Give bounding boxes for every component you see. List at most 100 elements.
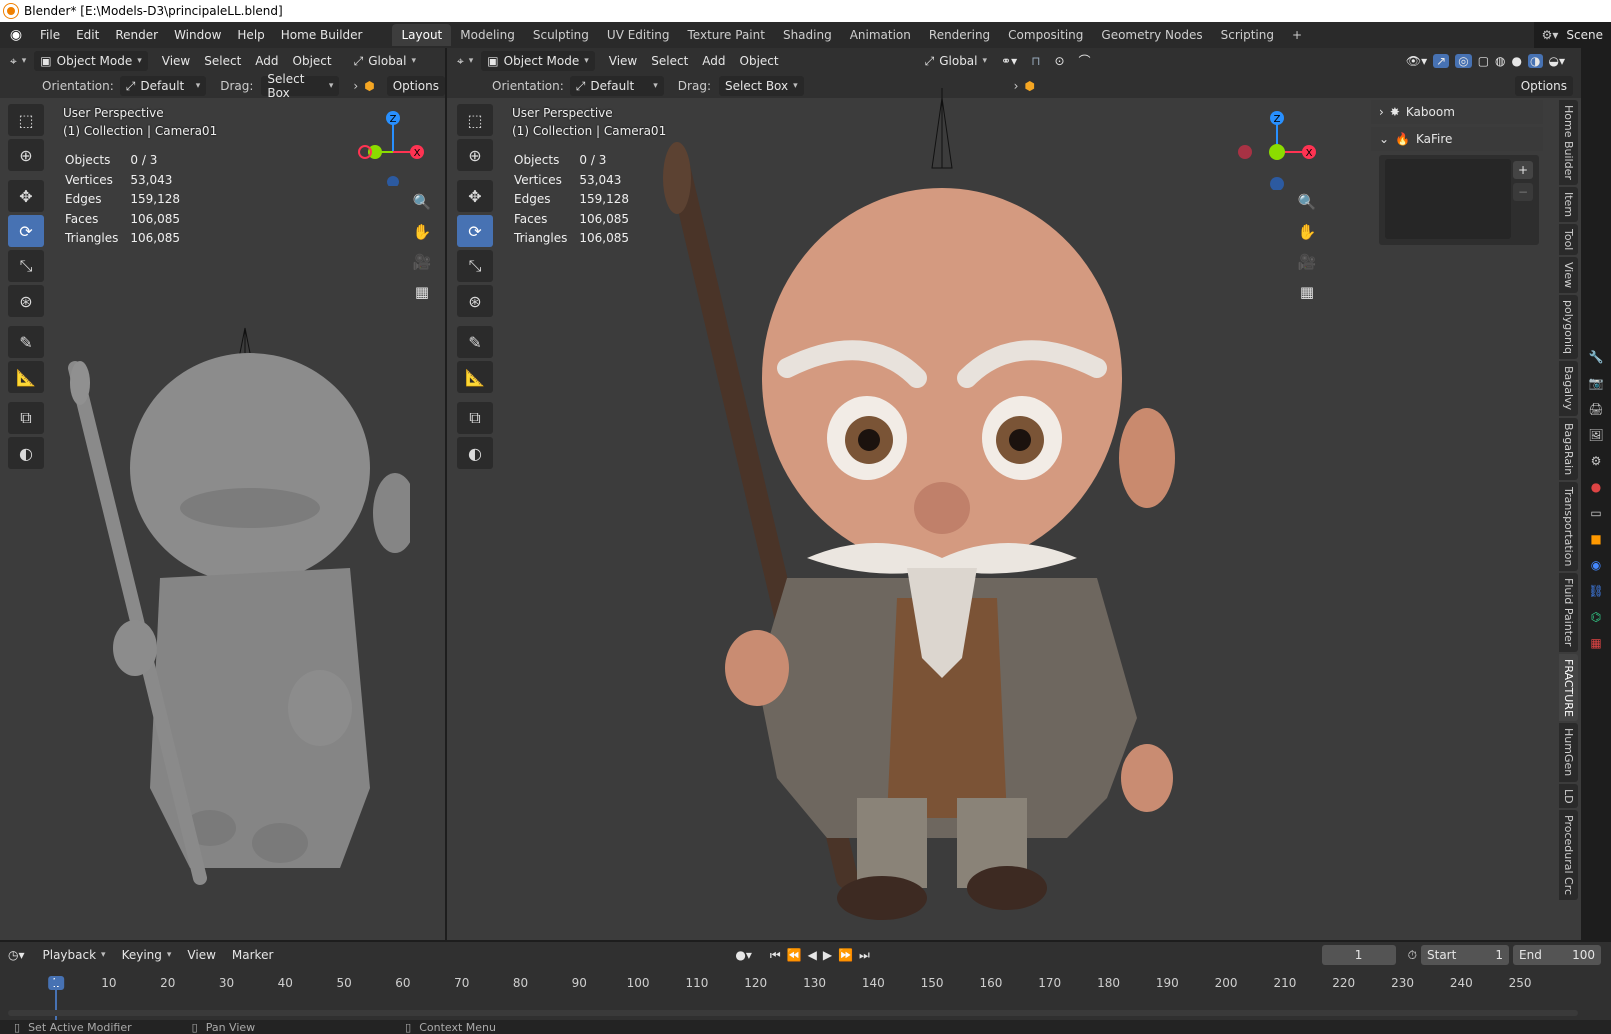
annotate-tool-icon[interactable]: ✎ — [8, 326, 44, 358]
blender-menu-icon[interactable]: ◉ — [8, 27, 24, 43]
scale-tool-icon[interactable]: ⤡ — [8, 250, 44, 282]
collection-properties-icon[interactable]: ▭ — [1587, 504, 1605, 522]
tab-uv-editing[interactable]: UV Editing — [598, 24, 679, 46]
sidebar-tab-tool[interactable]: Tool — [1559, 223, 1578, 256]
chevron-right-icon[interactable]: › — [353, 79, 358, 93]
timeline-ruler[interactable]: 1102030405060708090100110120130140150160… — [0, 972, 1611, 994]
orientation-dropdown[interactable]: ⤢ Default ▾ — [119, 76, 207, 96]
sidebar-tab-view[interactable]: View — [1559, 257, 1578, 294]
menu-help[interactable]: Help — [229, 22, 272, 48]
tab-shading[interactable]: Shading — [774, 24, 841, 46]
tab-scripting[interactable]: Scripting — [1212, 24, 1283, 46]
current-frame-field[interactable]: 1 — [1321, 945, 1396, 965]
tab-compositing[interactable]: Compositing — [999, 24, 1092, 46]
start-frame-field[interactable]: Start 1 — [1421, 945, 1509, 965]
scene-properties-icon[interactable]: ⚙ — [1587, 452, 1605, 470]
gizmo-toggle-icon[interactable]: ↗ — [1433, 54, 1450, 68]
tab-layout[interactable]: Layout — [392, 24, 452, 46]
addon-cube-icon[interactable]: ⬢ — [364, 79, 374, 93]
tab-modeling[interactable]: Modeling — [451, 24, 524, 46]
options-button[interactable]: Options — [386, 76, 445, 96]
menu-view[interactable]: View — [156, 51, 196, 71]
menu-add[interactable]: Add — [249, 51, 284, 71]
timeline-scrollbar[interactable] — [8, 1010, 1578, 1016]
timeline-editor-icon[interactable]: ◷▾ — [8, 948, 25, 962]
cursor-tool-icon[interactable]: ⊕ — [8, 139, 44, 171]
navigation-gizmo[interactable]: Z X — [355, 106, 435, 186]
end-frame-field[interactable]: End 100 — [1513, 945, 1601, 965]
menu-edit[interactable]: Edit — [68, 22, 107, 48]
menu-object[interactable]: Object — [287, 51, 338, 71]
scale-tool-icon[interactable]: ⤡ — [457, 250, 493, 282]
mode-dropdown[interactable]: ▣ Object Mode ▾ — [481, 51, 595, 71]
material-shading-icon[interactable]: ◑ — [1528, 54, 1543, 68]
menu-window[interactable]: Window — [166, 22, 229, 48]
zoom-icon[interactable]: 🔍 — [410, 190, 434, 214]
cursor-tool-icon[interactable]: ⊕ — [457, 139, 493, 171]
navigation-gizmo[interactable]: Z X — [1227, 106, 1317, 190]
transform-orientation-dropdown[interactable]: ⤢ Global ▾ — [348, 51, 422, 71]
pan-hand-icon[interactable]: ✋ — [1295, 220, 1319, 244]
sidebar-tab-fracture[interactable]: FRACTURE — [1559, 653, 1578, 722]
measure-tool-icon[interactable]: 📐 — [457, 361, 493, 393]
physics-properties-icon[interactable]: ◉ — [1587, 556, 1605, 574]
menu-render[interactable]: Render — [107, 22, 166, 48]
world-properties-icon[interactable]: ● — [1587, 478, 1605, 496]
remove-item-button[interactable]: − — [1513, 183, 1533, 201]
annotate-tool-icon[interactable]: ✎ — [457, 326, 493, 358]
overlay-toggle-icon[interactable]: ◎ — [1455, 54, 1472, 68]
tab-animation[interactable]: Animation — [841, 24, 920, 46]
constraints-icon[interactable]: ⛓ — [1587, 582, 1605, 600]
add-item-button[interactable]: + — [1513, 161, 1533, 179]
shading-tool-icon[interactable]: ◐ — [8, 437, 44, 469]
add-cube-tool-icon[interactable]: ⧉ — [8, 402, 44, 434]
drag-dropdown[interactable]: Select Box ▾ — [261, 72, 340, 100]
menu-object[interactable]: Object — [734, 51, 785, 71]
kafire-list-box[interactable] — [1385, 159, 1511, 239]
xray-icon[interactable]: ▢ — [1478, 54, 1489, 68]
camera-view-icon[interactable]: 🎥 — [1295, 250, 1319, 274]
playback-controls[interactable]: ⏮⏪◀▶⏩⏭ — [770, 948, 876, 963]
transform-orientation-dropdown[interactable]: ⤢ Global ▾ — [919, 51, 993, 71]
menu-add[interactable]: Add — [696, 51, 731, 71]
stopwatch-icon[interactable]: ⏱ — [1408, 948, 1417, 963]
texture-properties-icon[interactable]: ▦ — [1587, 634, 1605, 652]
panel-kaboom[interactable]: › ✸ Kaboom — [1371, 100, 1543, 124]
left-viewport[interactable]: ⌖ ▾ ▣ Object Mode ▾ View Select Add Object … — [0, 48, 445, 940]
menu-home-builder[interactable]: Home Builder — [273, 22, 371, 48]
sidebar-tab-polygoniq[interactable]: polygoniq — [1559, 295, 1578, 360]
pivot-icon[interactable]: ⚭▾ — [995, 51, 1023, 71]
mode-dropdown[interactable]: ▣ Object Mode ▾ — [34, 51, 148, 71]
tab-texture-paint[interactable]: Texture Paint — [679, 24, 774, 46]
timeline-editor[interactable]: ◷▾ Playback ▾ Keying ▾ View Marker ●▾ ⏮⏪◀▶… — [0, 940, 1611, 1020]
keying-menu[interactable]: Keying ▾ — [116, 945, 178, 965]
scene-selector[interactable]: ⚙▾ Scene — [1533, 22, 1611, 48]
select-box-tool-icon[interactable]: ⬚ — [457, 104, 493, 136]
menu-view[interactable]: View — [603, 51, 643, 71]
rendered-shading-icon[interactable]: ◒▾ — [1549, 54, 1566, 68]
playback-menu[interactable]: Playback ▾ — [37, 945, 112, 965]
grid-perspective-icon[interactable]: ▦ — [410, 280, 434, 304]
sidebar-tab-item[interactable]: Item — [1559, 186, 1578, 222]
data-properties-icon[interactable]: ⌬ — [1587, 608, 1605, 626]
sidebar-tab-bagalvy[interactable]: Bagalvy — [1559, 361, 1578, 416]
tab-geometry-nodes[interactable]: Geometry Nodes — [1092, 24, 1211, 46]
sidebar-tab-transportation[interactable]: Transportation — [1559, 481, 1578, 572]
zoom-icon[interactable]: 🔍 — [1295, 190, 1319, 214]
sidebar-tab-home-builder[interactable]: Home Builder — [1559, 100, 1578, 185]
pan-hand-icon[interactable]: ✋ — [410, 220, 434, 244]
tab-sculpting[interactable]: Sculpting — [524, 24, 598, 46]
options-button[interactable]: Options — [1514, 76, 1573, 96]
shading-tool-icon[interactable]: ◐ — [457, 437, 493, 469]
add-cube-tool-icon[interactable]: ⧉ — [457, 402, 493, 434]
object-properties-icon[interactable]: ■ — [1587, 530, 1605, 548]
editor-type-dropdown[interactable]: ⌖ ▾ — [451, 51, 479, 71]
wireframe-shading-icon[interactable]: ◍ — [1495, 54, 1505, 68]
tool-properties-icon[interactable]: 🔧 — [1587, 348, 1605, 366]
proportional-edit-icon[interactable]: ⊙ — [1048, 51, 1070, 71]
add-workspace-icon[interactable]: + — [1283, 24, 1311, 46]
measure-tool-icon[interactable]: 📐 — [8, 361, 44, 393]
solid-shading-icon[interactable]: ● — [1512, 54, 1522, 68]
view-layer-icon[interactable]: 🖼 — [1587, 426, 1605, 444]
transform-tool-icon[interactable]: ⊛ — [8, 285, 44, 317]
